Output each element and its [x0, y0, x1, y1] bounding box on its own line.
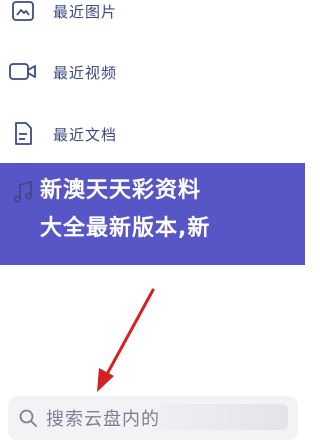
annotation-arrow [97, 288, 155, 392]
search-bar[interactable]: 搜索云盘内的 [8, 396, 298, 440]
search-icon [18, 408, 38, 428]
search-input[interactable]: 搜索云盘内的 [46, 405, 160, 431]
blurred-overlay [158, 404, 288, 430]
